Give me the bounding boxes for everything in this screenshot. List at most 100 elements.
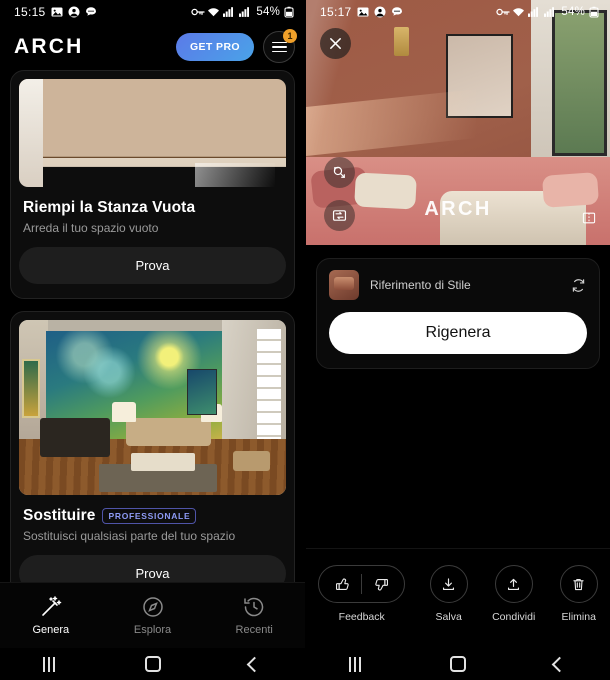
starry-night-mural-room-photo[interactable] bbox=[19, 320, 286, 495]
image-icon bbox=[51, 6, 63, 18]
signal-icon-2 bbox=[239, 6, 251, 18]
feature-card-list[interactable]: Riempi la Stanza Vuota Arreda il tuo spa… bbox=[0, 70, 305, 620]
android-home-button[interactable] bbox=[407, 656, 508, 672]
status-bar-right: 15:17 54% bbox=[306, 0, 610, 24]
zoom-expand-icon bbox=[333, 166, 345, 178]
wifi-icon bbox=[512, 6, 525, 18]
feedback-pill[interactable] bbox=[318, 565, 406, 603]
contact-icon bbox=[374, 6, 386, 18]
status-time: 15:15 bbox=[14, 5, 46, 19]
card-title-row: Riempi la Stanza Vuota bbox=[23, 199, 282, 217]
message-icon bbox=[85, 6, 97, 18]
status-badge: PROFESSIONALE bbox=[102, 508, 197, 524]
thumbs-down-button[interactable] bbox=[362, 565, 400, 603]
message-icon bbox=[391, 6, 403, 18]
refresh-button[interactable] bbox=[570, 277, 587, 294]
nav-label: Esplora bbox=[133, 624, 172, 636]
signal-icon bbox=[528, 6, 540, 18]
android-navigation-bar-left bbox=[0, 648, 305, 680]
bottom-navigation: Genera Esplora Recenti bbox=[0, 582, 305, 648]
before-after-icon bbox=[582, 212, 596, 224]
action-label: Salva bbox=[435, 611, 462, 623]
android-home-button[interactable] bbox=[102, 656, 204, 672]
back-icon bbox=[551, 656, 568, 672]
thumbs-up-button[interactable] bbox=[323, 565, 361, 603]
card-subtitle: Arreda il tuo spazio vuoto bbox=[23, 221, 159, 235]
feature-card-fill-empty-room[interactable]: Riempi la Stanza Vuota Arreda il tuo spa… bbox=[10, 70, 295, 299]
vpn-key-icon bbox=[496, 6, 511, 18]
home-icon bbox=[449, 656, 466, 672]
android-back-button[interactable] bbox=[203, 656, 305, 672]
menu-notification-badge: 1 bbox=[283, 29, 297, 43]
android-navigation-bar-right bbox=[306, 648, 610, 680]
left-phone-screen: 15:15 54% ARCH GET PRO 1 Riempi la Stanz… bbox=[0, 0, 305, 680]
result-action-bar: Feedback Salva Condividi Elimina bbox=[306, 548, 610, 648]
header-actions: GET PRO 1 bbox=[175, 29, 297, 63]
thumbs-up-icon bbox=[335, 578, 349, 590]
home-icon bbox=[144, 656, 161, 672]
get-pro-button[interactable]: GET PRO bbox=[175, 33, 254, 61]
android-recents-button[interactable] bbox=[306, 656, 407, 672]
status-bar-right-group: 54% bbox=[496, 6, 601, 18]
back-icon bbox=[246, 656, 262, 672]
nav-item-esplora[interactable]: Esplora bbox=[102, 595, 204, 636]
close-icon bbox=[330, 38, 341, 49]
contact-icon bbox=[68, 6, 80, 18]
style-reference-panel: Riferimento di Stile Rigenera bbox=[316, 258, 600, 369]
zoom-expand-button[interactable] bbox=[324, 157, 355, 188]
magic-wand-icon bbox=[42, 596, 62, 616]
battery-percent: 54% bbox=[561, 6, 585, 18]
regenerate-button[interactable]: Rigenera bbox=[329, 312, 587, 354]
action-label: Elimina bbox=[561, 611, 596, 623]
hamburger-menu-button[interactable]: 1 bbox=[263, 29, 297, 63]
card-title: Riempi la Stanza Vuota bbox=[23, 199, 196, 216]
share-upload-icon bbox=[508, 578, 520, 590]
feature-card-replace[interactable]: Sostituire PROFESSIONALE Sostituisci qua… bbox=[10, 311, 295, 607]
recents-icon bbox=[43, 656, 58, 672]
nav-item-genera[interactable]: Genera bbox=[0, 595, 102, 636]
status-time: 15:17 bbox=[320, 5, 352, 19]
share-action[interactable]: Condividi bbox=[492, 565, 535, 623]
wifi-icon bbox=[207, 6, 220, 18]
nav-item-recenti[interactable]: Recenti bbox=[203, 595, 305, 636]
signal-icon-2 bbox=[544, 6, 556, 18]
close-button[interactable] bbox=[320, 28, 351, 59]
compare-swap-button[interactable] bbox=[324, 200, 355, 231]
delete-action[interactable]: Elimina bbox=[559, 565, 598, 623]
card-subtitle: Sostituisci qualsiasi parte del tuo spaz… bbox=[23, 529, 236, 543]
app-header: ARCH GET PRO 1 bbox=[0, 24, 305, 70]
download-icon bbox=[443, 577, 455, 590]
save-button[interactable] bbox=[429, 565, 468, 603]
card-title: Sostituire bbox=[23, 507, 96, 524]
app-logo: ARCH bbox=[14, 35, 84, 58]
compare-swap-icon bbox=[332, 210, 347, 221]
feedback-action[interactable]: Feedback bbox=[318, 565, 406, 623]
try-button[interactable]: Prova bbox=[19, 247, 286, 284]
card-title-row: Sostituire PROFESSIONALE bbox=[23, 507, 282, 525]
vpn-key-icon bbox=[191, 6, 206, 18]
style-reference-thumbnail[interactable] bbox=[329, 270, 359, 300]
action-label: Feedback bbox=[338, 611, 385, 623]
share-button[interactable] bbox=[494, 565, 533, 603]
delete-button[interactable] bbox=[559, 565, 598, 603]
nav-label: Genera bbox=[32, 624, 70, 636]
thumbs-down-icon bbox=[375, 578, 388, 590]
hamburger-icon bbox=[271, 41, 287, 53]
android-recents-button[interactable] bbox=[0, 656, 102, 672]
status-bar-left-group: 15:17 bbox=[320, 5, 403, 19]
save-action[interactable]: Salva bbox=[429, 565, 468, 623]
android-back-button[interactable] bbox=[509, 656, 610, 672]
battery-percent: 54% bbox=[256, 6, 280, 18]
status-bar-left: 15:15 54% bbox=[0, 0, 305, 24]
status-bar-left-group: 15:15 bbox=[14, 5, 97, 19]
signal-icon bbox=[223, 6, 235, 18]
battery-icon bbox=[284, 6, 296, 18]
status-bar-right-group: 54% bbox=[191, 6, 296, 18]
right-phone-screen: 15:17 54% ARCH Riferimento di Stile Rige… bbox=[305, 0, 610, 680]
before-after-button[interactable] bbox=[576, 205, 602, 231]
empty-room-photo[interactable] bbox=[19, 79, 286, 187]
style-reference-row[interactable]: Riferimento di Stile bbox=[329, 270, 587, 300]
style-reference-label: Riferimento di Stile bbox=[370, 278, 471, 292]
battery-icon bbox=[589, 6, 601, 18]
history-icon bbox=[244, 597, 264, 617]
